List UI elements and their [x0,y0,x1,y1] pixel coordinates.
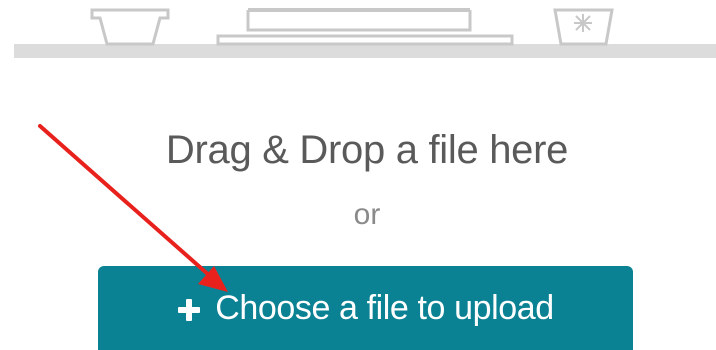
upload-illustration [14,8,716,58]
file-upload-area[interactable]: Drag & Drop a file here or Choose a file… [0,0,716,350]
plant-pot-icon [90,8,170,46]
choose-file-button[interactable]: Choose a file to upload [98,266,633,350]
trash-bin-icon [553,8,614,46]
choose-file-label: Choose a file to upload [215,289,554,327]
plus-icon [178,299,201,321]
drop-instruction: Drag & Drop a file here [165,128,569,172]
laptop-icon [216,8,514,46]
or-separator: or [353,198,381,231]
floor-band [14,44,716,58]
